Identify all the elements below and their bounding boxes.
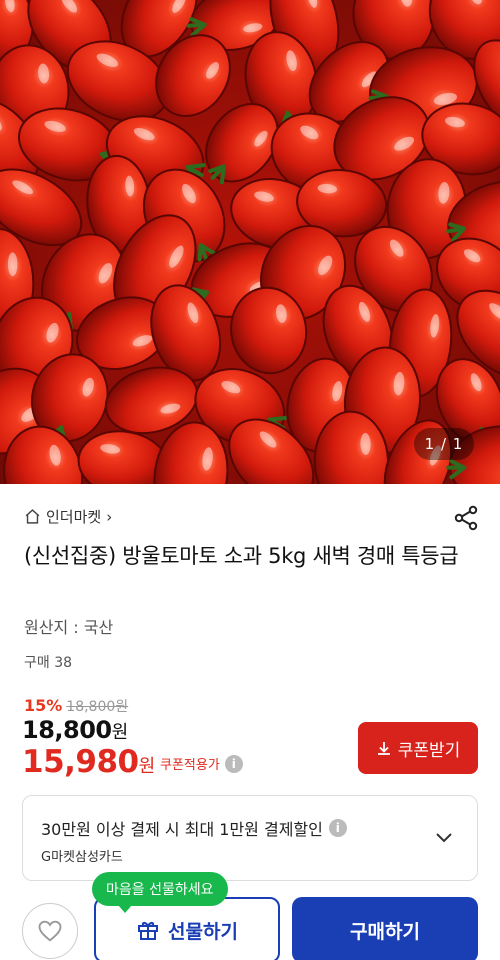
store-name: 인더마켓: [46, 508, 102, 526]
gift-tooltip: 마음을 선물하세요: [92, 872, 228, 913]
get-coupon-button[interactable]: 쿠폰받기: [358, 722, 478, 774]
coupon-price-number: 15,980: [22, 744, 139, 780]
sale-price-number: 18,800: [22, 716, 112, 744]
original-price: 18,800원: [66, 699, 129, 715]
heart-icon: [38, 920, 62, 942]
card-discount-headline: 30만원 이상 결제 시 최대 1만원 결제할인 i: [41, 816, 347, 840]
product-title: (신선집중) 방울토마토 소과 5kg 새벽 경매 특등급: [24, 544, 459, 568]
chevron-down-icon[interactable]: [433, 826, 455, 848]
download-icon: [377, 742, 390, 755]
discount-row: 15% 18,800원: [24, 696, 128, 716]
chevron-right-icon: ›: [106, 507, 113, 526]
sale-price-unit: 원: [111, 722, 129, 743]
card-name: G마켓삼성카드: [41, 850, 123, 865]
info-icon[interactable]: i: [224, 754, 243, 773]
get-coupon-label: 쿠폰받기: [397, 740, 461, 760]
home-icon: [25, 509, 40, 524]
tomato-photo: [0, 0, 500, 484]
product-image[interactable]: 1 / 1: [0, 0, 500, 484]
coupon-note-label: 쿠폰적용가: [160, 758, 220, 773]
gift-icon: [138, 921, 159, 940]
origin-label: 원산지 : 국산: [24, 618, 114, 637]
discount-rate: 15%: [24, 696, 63, 715]
image-pager: 1 / 1: [414, 428, 474, 460]
share-icon[interactable]: [452, 504, 480, 532]
card-discount-text: 30만원 이상 결제 시 최대 1만원 결제할인: [41, 820, 323, 839]
coupon-price-unit: 원: [138, 756, 156, 777]
buy-button[interactable]: 구매하기: [292, 897, 478, 960]
card-discount-banner[interactable]: 30만원 이상 결제 시 최대 1만원 결제할인 i G마켓삼성카드: [22, 795, 478, 881]
info-icon[interactable]: i: [328, 819, 347, 837]
gift-button-label: 선물하기: [168, 921, 238, 943]
coupon-price: 15,980원: [22, 744, 155, 780]
store-link[interactable]: 인더마켓 ›: [24, 506, 112, 527]
sale-price: 18,800원: [22, 716, 128, 744]
purchase-count: 구매 38: [24, 655, 73, 671]
wishlist-button[interactable]: [22, 903, 78, 959]
coupon-note[interactable]: 쿠폰적용가 i: [160, 754, 243, 773]
